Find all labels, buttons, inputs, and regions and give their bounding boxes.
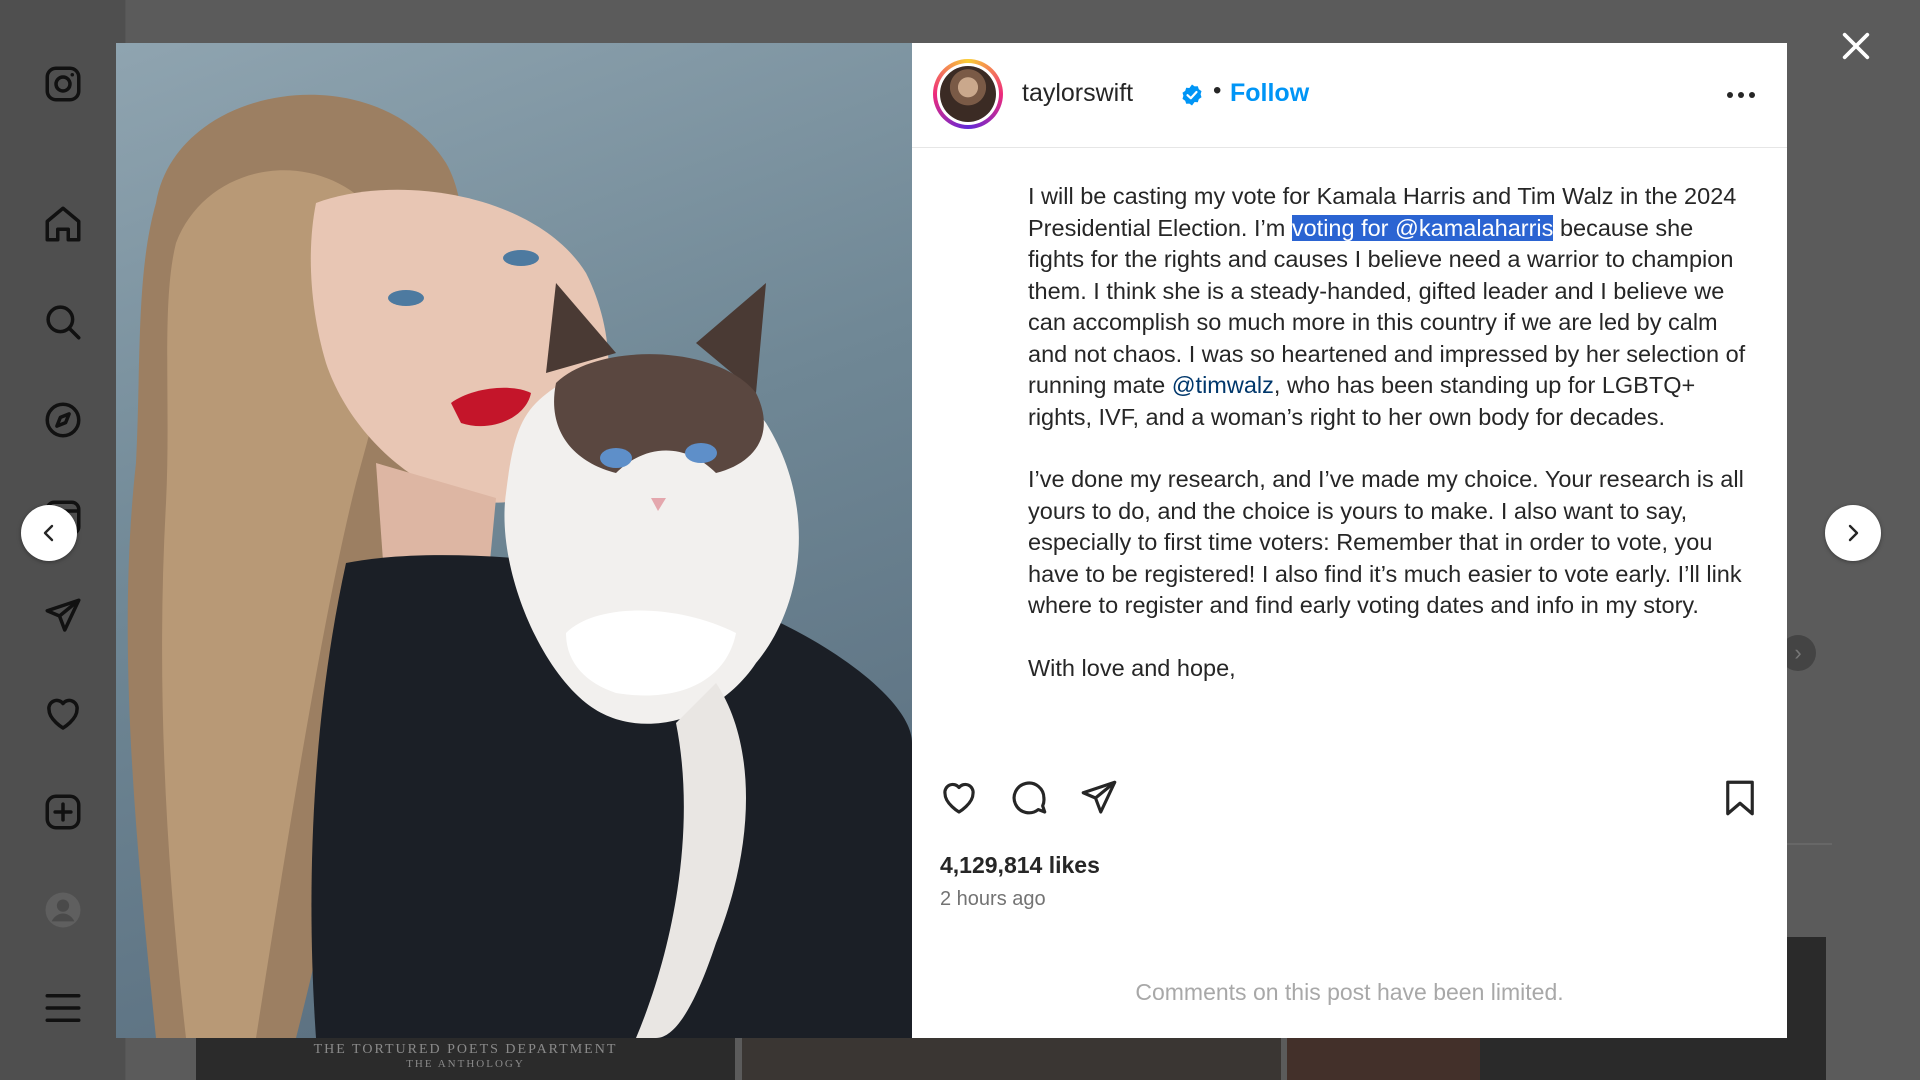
save-button[interactable] <box>1715 773 1765 823</box>
comment-icon <box>1012 781 1047 815</box>
caption-text: because she fights for the rights and ca… <box>1028 214 1746 399</box>
previous-post-button[interactable] <box>21 505 77 561</box>
create-icon[interactable] <box>37 786 89 838</box>
search-icon[interactable] <box>37 296 89 348</box>
comment-button[interactable] <box>1004 773 1054 823</box>
post-details-panel: taylorswift • Follow I will be casting m… <box>912 43 1787 1038</box>
like-button[interactable] <box>934 773 984 823</box>
separator-dot: • <box>1213 77 1222 104</box>
follow-button[interactable]: Follow <box>1230 79 1309 108</box>
close-icon <box>1842 32 1870 60</box>
avatar-border <box>937 63 999 125</box>
background-thumbnail: THE TORTURED POETS DEPARTMENT THE ANTHOL… <box>196 1038 735 1080</box>
caption-paragraph: I’ve done my research, and I’ve made my … <box>1028 466 1744 618</box>
post-caption: I will be casting my vote for Kamala Har… <box>1028 181 1748 715</box>
thumbnail-subtitle: THE ANTHOLOGY <box>406 1058 525 1070</box>
caption-paragraph: I will be casting my vote for Kamala Har… <box>1028 181 1748 433</box>
next-post-button[interactable] <box>1825 505 1881 561</box>
comments-limited-notice: Comments on this post have been limited. <box>1135 979 1564 1005</box>
close-button[interactable] <box>1835 25 1877 67</box>
avatar[interactable] <box>933 59 1003 129</box>
post-modal: taylorswift • Follow I will be casting m… <box>116 43 1787 1038</box>
chevron-left-icon <box>43 524 54 542</box>
bookmark-icon <box>1726 780 1754 816</box>
notifications-icon[interactable] <box>37 688 89 740</box>
selected-text: voting for @kamalaharris <box>1291 214 1554 241</box>
more-options-button[interactable] <box>1724 81 1758 109</box>
explore-icon[interactable] <box>37 394 89 446</box>
post-actions <box>912 773 1787 833</box>
post-timestamp[interactable]: 2 hours ago <box>940 888 1046 911</box>
chevron-right-icon <box>1848 524 1859 542</box>
heart-icon <box>943 782 975 814</box>
home-icon[interactable] <box>37 198 89 250</box>
post-image <box>116 43 912 1038</box>
mention-link-timwalz[interactable]: @timwalz <box>1172 372 1274 398</box>
messages-icon[interactable] <box>37 590 89 642</box>
more-menu-icon[interactable] <box>37 982 89 1034</box>
likes-count[interactable]: 4,129,814 likes <box>940 852 1100 879</box>
username-link[interactable]: taylorswift <box>1022 79 1133 108</box>
share-button[interactable] <box>1074 773 1124 823</box>
verified-badge-icon <box>1182 84 1202 106</box>
avatar-photo <box>940 66 996 122</box>
post-photo-illustration <box>127 94 912 1038</box>
thumbnail-title: THE TORTURED POETS DEPARTMENT <box>313 1042 618 1057</box>
post-header: taylorswift • Follow <box>912 43 1787 148</box>
background-thumbnail <box>742 1038 1281 1080</box>
profile-icon[interactable] <box>37 884 89 936</box>
share-icon <box>1081 780 1117 814</box>
caption-signoff: With love and hope, <box>1028 654 1236 681</box>
more-options-icon <box>1727 92 1755 98</box>
instagram-logo-icon[interactable] <box>37 58 89 110</box>
